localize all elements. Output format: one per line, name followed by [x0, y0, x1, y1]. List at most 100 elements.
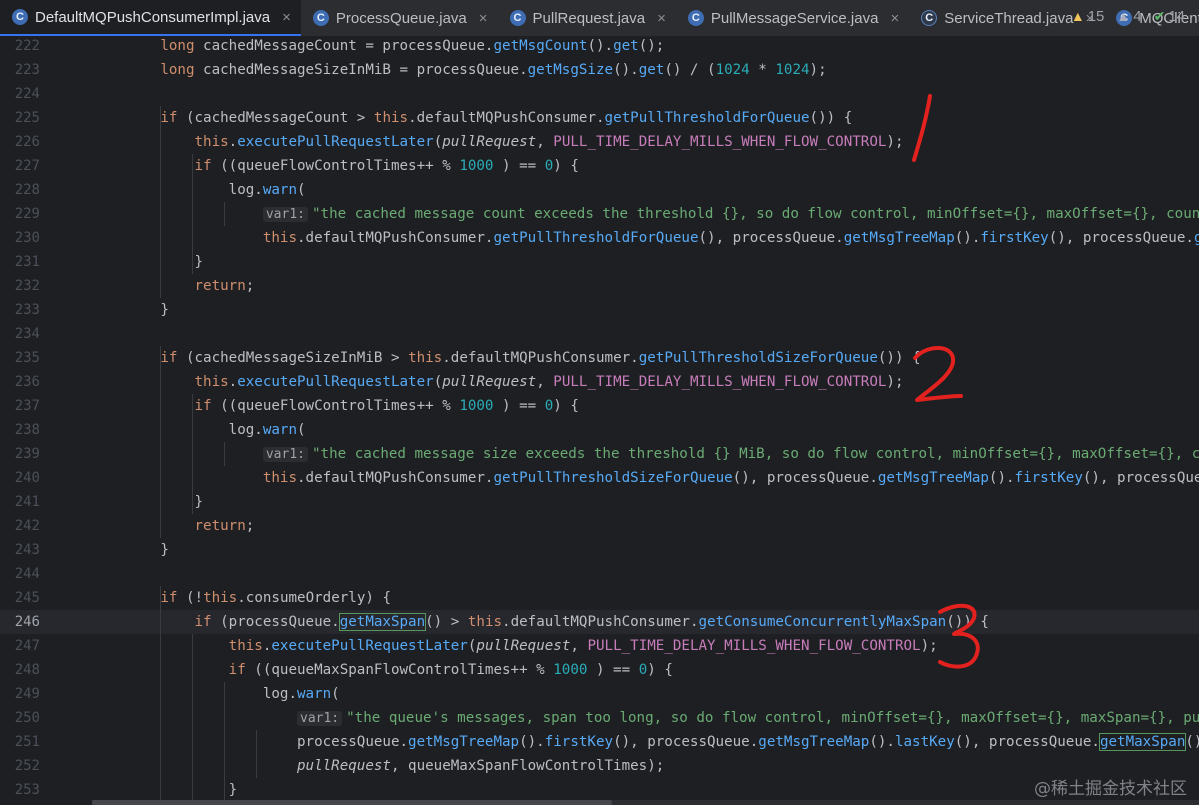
code-line[interactable]: 247 this.executePullRequestLater(pullReq…: [0, 634, 1199, 658]
line-number: 249: [14, 686, 40, 702]
typos-count[interactable]: ✔ 14: [1154, 8, 1185, 25]
close-icon[interactable]: ×: [657, 10, 666, 27]
code-line[interactable]: 234: [0, 322, 1199, 346]
code-text: if (processQueue.getMaxSpan() > this.def…: [194, 613, 989, 631]
close-icon[interactable]: ×: [479, 10, 488, 27]
code-text: this.defaultMQPushConsumer.getPullThresh…: [262, 470, 1199, 486]
code-line[interactable]: 228 log.warn(: [0, 178, 1199, 202]
code-line[interactable]: 222 long cachedMessageCount = processQue…: [0, 36, 1199, 58]
line-number: 250: [14, 710, 40, 726]
line-number: 239: [14, 446, 40, 462]
line-number: 225: [14, 110, 40, 126]
code-text: this.executePullRequestLater(pullRequest…: [228, 638, 938, 654]
code-line[interactable]: 245 if (!this.consumeOrderly) {: [0, 586, 1199, 610]
code-text: if (cachedMessageSizeInMiB > this.defaul…: [160, 350, 921, 366]
code-line[interactable]: 241 }: [0, 490, 1199, 514]
check-icon: ✔: [1153, 8, 1166, 24]
indent-guide: [192, 154, 193, 274]
code-line[interactable]: 235 if (cachedMessageSizeInMiB > this.de…: [0, 346, 1199, 370]
code-line[interactable]: 251 processQueue.getMsgTreeMap().firstKe…: [0, 730, 1199, 754]
tab-3[interactable]: C PullMessageService.java ×: [676, 0, 909, 36]
code-line[interactable]: 239 var1: "the cached message size exceed…: [0, 442, 1199, 466]
code-text: if ((queueFlowControlTimes++ % 1000 ) ==…: [194, 398, 579, 414]
code-line[interactable]: 225 if (cachedMessageCount > this.defaul…: [0, 106, 1199, 130]
tab-1[interactable]: C ProcessQueue.java ×: [301, 0, 498, 36]
line-number: 234: [14, 326, 40, 342]
indent-guide: [192, 394, 193, 514]
code-text: if ((queueMaxSpanFlowControlTimes++ % 10…: [228, 662, 673, 678]
class-icon: C: [687, 10, 704, 26]
code-line[interactable]: 232 return;: [0, 274, 1199, 298]
line-number: 247: [14, 638, 40, 654]
weak-warnings-count[interactable]: ▲ 4: [1116, 8, 1141, 25]
code-line[interactable]: 249 log.warn(: [0, 682, 1199, 706]
code-line[interactable]: 238 log.warn(: [0, 418, 1199, 442]
line-number: 241: [14, 494, 40, 510]
indent-guide: [256, 730, 257, 778]
line-number: 222: [14, 38, 40, 54]
code-text: long cachedMessageCount = processQueue.g…: [160, 38, 665, 54]
inspection-widget[interactable]: ▲ 15 ▲ 4 ✔ 14: [1071, 8, 1185, 25]
code-line[interactable]: 252 pullRequest, queueMaxSpanFlowControl…: [0, 754, 1199, 778]
annotation-3: [938, 603, 980, 669]
tab-label: PullRequest.java: [532, 9, 646, 27]
line-number: 240: [14, 470, 40, 486]
code-line[interactable]: 233 }: [0, 298, 1199, 322]
code-line[interactable]: 242 return;: [0, 514, 1199, 538]
line-number: 227: [14, 158, 40, 174]
close-icon[interactable]: ×: [890, 10, 899, 27]
code-line[interactable]: 243 }: [0, 538, 1199, 562]
line-number: 231: [14, 254, 40, 270]
class-icon: C: [12, 9, 28, 25]
line-number: 242: [14, 518, 40, 534]
tab-label: ServiceThread.java: [944, 9, 1074, 27]
code-text: return;: [194, 278, 255, 294]
code-text: }: [92, 302, 169, 318]
code-line[interactable]: 227 if ((queueFlowControlTimes++ % 1000 …: [0, 154, 1199, 178]
tab-label: DefaultMQPushConsumerImpl.java: [35, 8, 271, 26]
weak-warning-icon: ▲: [1116, 8, 1131, 24]
close-icon[interactable]: ×: [282, 9, 291, 26]
tab-2[interactable]: C PullRequest.java ×: [498, 0, 676, 36]
code-line[interactable]: 246 if (processQueue.getMaxSpan() > this…: [0, 610, 1199, 634]
code-line[interactable]: 231 }: [0, 250, 1199, 274]
tab-0[interactable]: C DefaultMQPushConsumerImpl.java ×: [0, 0, 301, 36]
line-number: 226: [14, 134, 40, 150]
code-text: this.defaultMQPushConsumer.getPullThresh…: [262, 230, 1199, 246]
line-number: 246: [14, 614, 40, 630]
code-line[interactable]: 229 var1: "the cached message count excee…: [0, 202, 1199, 226]
code-text: if (cachedMessageCount > this.defaultMQP…: [160, 110, 853, 126]
indent-guide: [224, 682, 225, 802]
line-number: 236: [14, 374, 40, 390]
scrollbar-thumb[interactable]: [92, 800, 612, 805]
line-number: 245: [14, 590, 40, 606]
code-line[interactable]: 226 this.executePullRequestLater(pullReq…: [0, 130, 1199, 154]
warning-icon: ▲: [1070, 8, 1085, 24]
annotation-1: [912, 94, 932, 162]
code-line[interactable]: 244: [0, 562, 1199, 586]
code-line[interactable]: 248 if ((queueMaxSpanFlowControlTimes++ …: [0, 658, 1199, 682]
code-editor[interactable]: 222 long cachedMessageCount = processQue…: [0, 36, 1199, 805]
warnings-count[interactable]: ▲ 15: [1071, 8, 1105, 25]
code-line[interactable]: 224: [0, 82, 1199, 106]
line-number: 229: [14, 206, 40, 222]
indent-guide: [160, 586, 161, 802]
code-line[interactable]: 237 if ((queueFlowControlTimes++ % 1000 …: [0, 394, 1199, 418]
indent-guide: [224, 202, 225, 226]
annotation-2: [913, 345, 963, 402]
code-line[interactable]: 230 this.defaultMQPushConsumer.getPullTh…: [0, 226, 1199, 250]
code-text: var1: "the cached message count exceeds t…: [92, 202, 1199, 227]
line-number: 235: [14, 350, 40, 366]
code-text: var1: "the queue's messages, span too lon…: [92, 706, 1199, 731]
class-icon: C: [509, 10, 526, 26]
code-line[interactable]: 223 long cachedMessageSizeInMiB = proces…: [0, 58, 1199, 82]
code-line[interactable]: 236 this.executePullRequestLater(pullReq…: [0, 370, 1199, 394]
code-line[interactable]: 250 var1: "the queue's messages, span too…: [0, 706, 1199, 730]
tab-label: PullMessageService.java: [710, 9, 879, 27]
code-line[interactable]: 240 this.defaultMQPushConsumer.getPullTh…: [0, 466, 1199, 490]
horizontal-scrollbar[interactable]: [92, 800, 1199, 805]
line-number: 232: [14, 278, 40, 294]
code-line[interactable]: 253 }: [0, 778, 1199, 802]
indent-guide: [160, 346, 161, 538]
line-number: 223: [14, 62, 40, 78]
